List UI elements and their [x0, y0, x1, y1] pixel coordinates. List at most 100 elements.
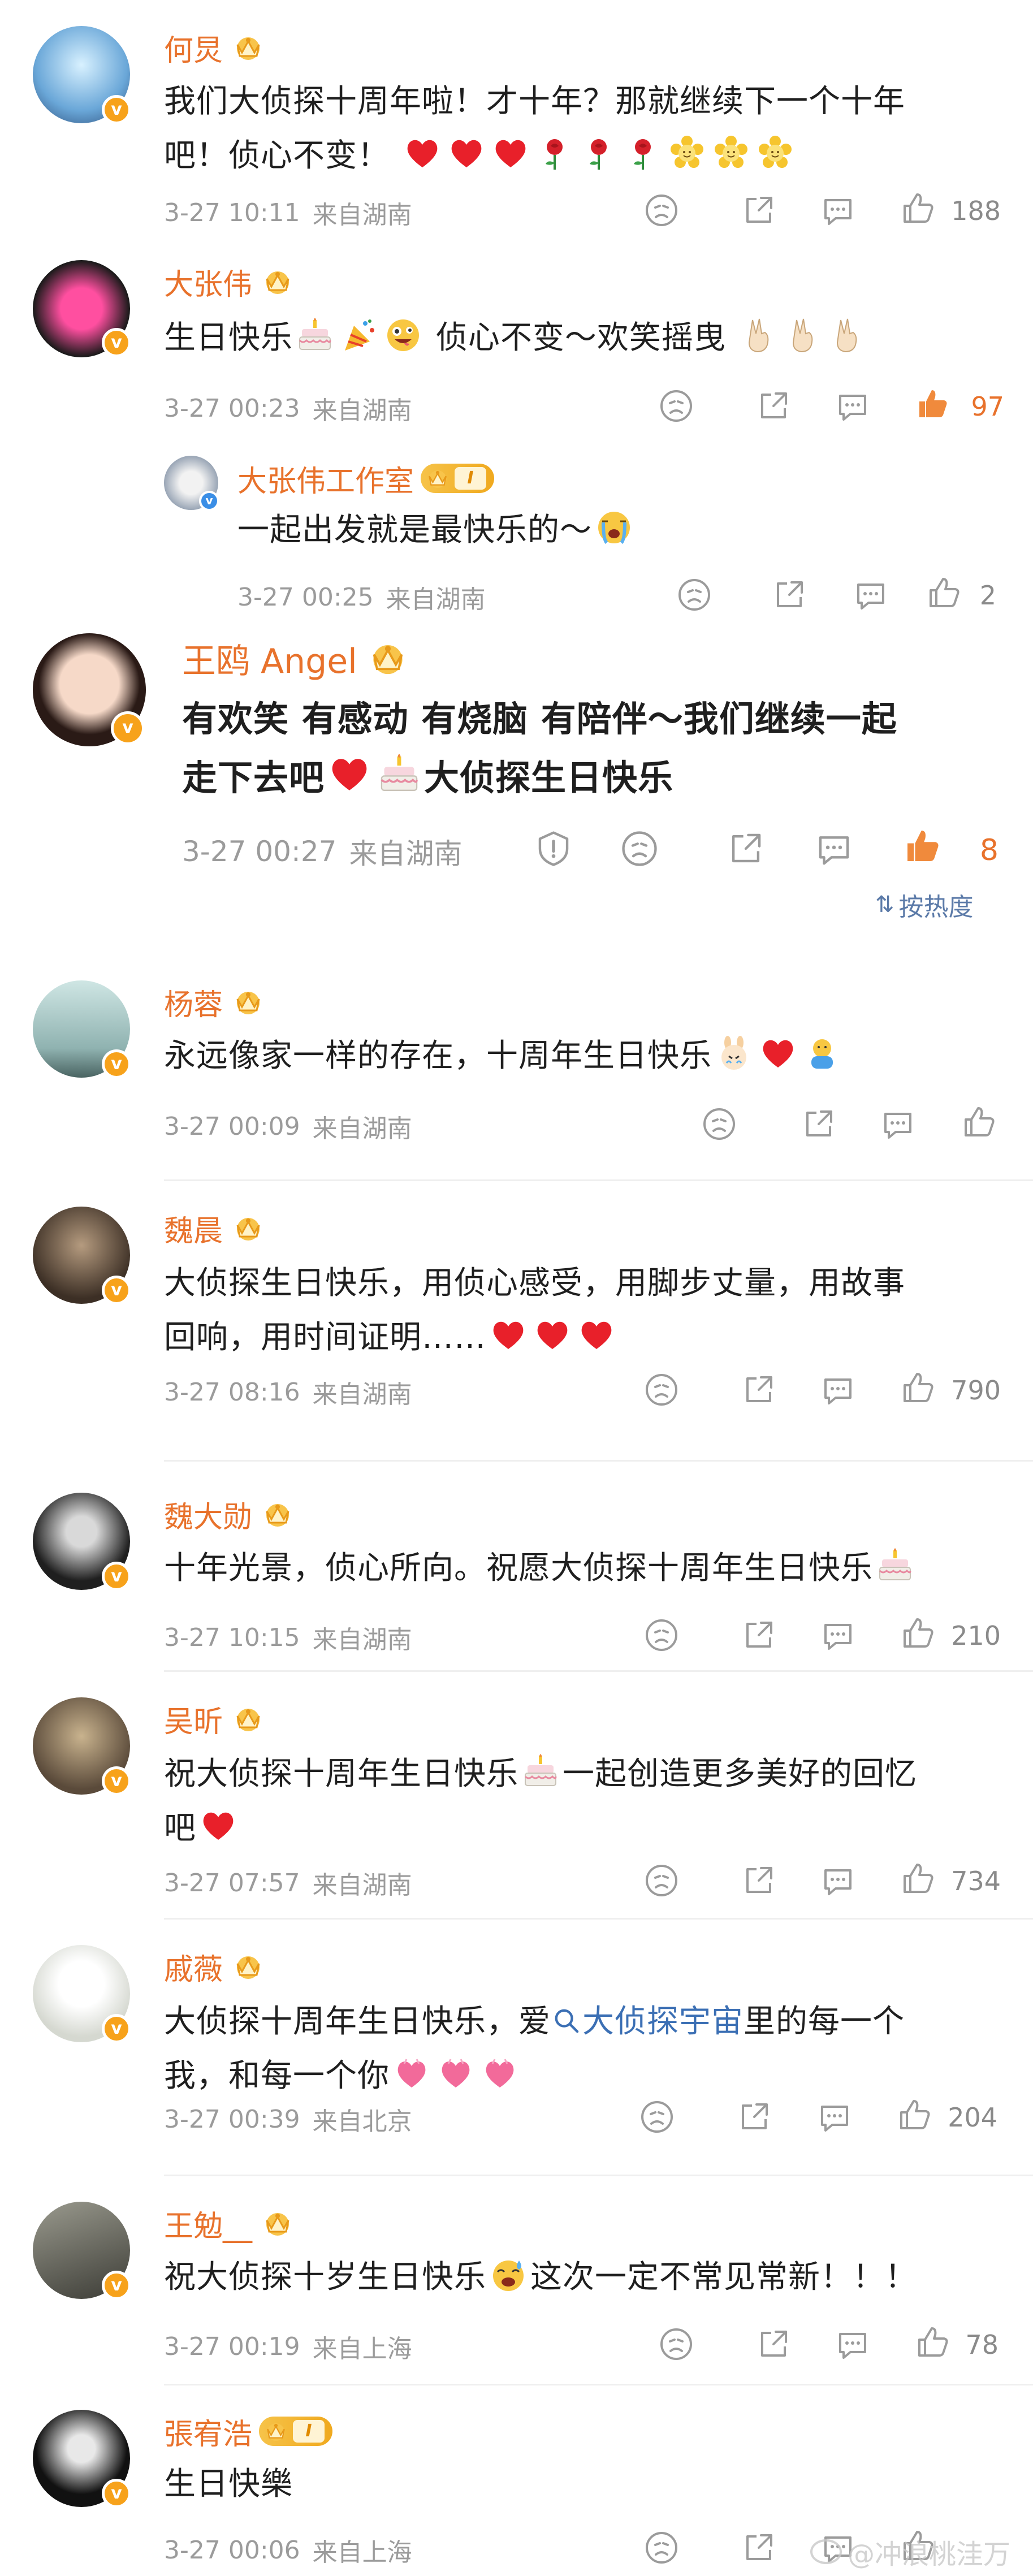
dislike-icon[interactable]	[620, 829, 659, 868]
comment-text: 大侦探生日快乐，用侦心感受，用脚步丈量，用故事 回响，用时间证明……	[164, 1265, 905, 1356]
reply-icon[interactable]	[816, 2099, 853, 2135]
reply-icon[interactable]	[814, 829, 854, 868]
username[interactable]: 大张伟工作室	[237, 457, 414, 500]
verified-badge-icon: v	[102, 2479, 131, 2508]
reply-icon[interactable]	[820, 192, 856, 228]
crown-icon	[231, 1705, 266, 1733]
dislike-icon[interactable]	[658, 388, 694, 424]
like-count: 2	[979, 580, 996, 611]
username[interactable]: 何炅	[164, 27, 223, 69]
sort-toggle[interactable]: ⇅ 按热度	[875, 887, 974, 923]
share-icon[interactable]	[726, 829, 766, 868]
crown-icon	[231, 33, 266, 62]
heart-icon	[404, 135, 441, 172]
comment-location: 来自湖南	[312, 396, 412, 425]
reply-icon[interactable]	[820, 1372, 856, 1408]
comment-meta: 3-27 10:11 来自湖南	[164, 195, 412, 231]
like-count: 188	[951, 196, 1001, 226]
comment-text: 有欢笑 有感动 有烧脑 有陪伴～我们继续一起 走下去吧 大侦探生日快乐	[182, 698, 897, 798]
dislike-icon[interactable]	[643, 192, 680, 228]
reply-icon[interactable]	[820, 1862, 856, 1899]
comment-meta: 3-27 07:57 来自湖南	[164, 1865, 412, 1901]
reply-icon[interactable]	[880, 1106, 916, 1142]
crying-face-icon	[595, 509, 633, 546]
reply-icon[interactable]	[835, 2326, 871, 2362]
comment-text: 我们大侦探十周年啦！才十年？那就继续下一个十年 吧！侦心不变！	[164, 83, 905, 174]
divider	[164, 1918, 1033, 1920]
divider	[164, 1670, 1033, 1672]
flower-icon	[757, 135, 794, 172]
username[interactable]: 張宥浩	[164, 2410, 252, 2453]
username[interactable]: 吴昕	[164, 1698, 223, 1740]
share-icon[interactable]	[741, 1862, 777, 1899]
divider	[164, 2384, 1033, 2385]
sort-icon: ⇅	[875, 892, 894, 918]
reply-icon[interactable]	[853, 577, 889, 613]
dislike-icon[interactable]	[639, 2099, 675, 2135]
comment-text: 一起出发就是最快乐的～	[237, 503, 989, 557]
watermark: @冲浪桃洼万	[810, 2532, 1010, 2571]
dislike-icon[interactable]	[658, 2326, 694, 2362]
dislike-icon[interactable]	[643, 1372, 680, 1408]
dislike-icon[interactable]	[643, 1617, 680, 1653]
comment-date: 3-27 08:16	[164, 1377, 300, 1407]
comment-text: 祝大侦探十周年生日快乐 一起创造更多美好的回忆 吧	[164, 1747, 1001, 1856]
reply-icon[interactable]	[835, 388, 871, 424]
dislike-icon[interactable]	[701, 1106, 737, 1142]
username[interactable]: 王勉__	[164, 2202, 252, 2245]
share-icon[interactable]	[741, 2530, 777, 2566]
bunny-icon	[715, 1035, 753, 1072]
flower-icon	[712, 135, 750, 172]
heart-icon	[492, 135, 529, 172]
comment-location: 来自湖南	[349, 837, 463, 870]
share-icon[interactable]	[771, 577, 807, 613]
comment-meta: 3-27 00:39 来自北京	[164, 2101, 412, 2137]
peace-hand-icon	[828, 317, 866, 354]
share-icon[interactable]	[741, 1617, 777, 1653]
like-count: 210	[951, 1620, 1001, 1651]
comment-date: 3-27 10:11	[164, 198, 300, 227]
comment-text: 生日快樂	[164, 2466, 293, 2502]
dislike-icon[interactable]	[676, 577, 712, 613]
weibo-logo-icon	[810, 2539, 842, 2564]
share-icon[interactable]	[755, 2326, 792, 2362]
dislike-icon[interactable]	[643, 2530, 680, 2566]
vip-badge: I	[259, 2417, 333, 2446]
like-count: 78	[965, 2329, 999, 2360]
peace-hand-icon	[784, 317, 822, 354]
comment-date: 3-27 00:23	[164, 394, 300, 423]
username[interactable]: 戚薇	[164, 1946, 223, 1988]
report-icon[interactable]	[534, 829, 573, 868]
verified-badge-icon: v	[102, 2014, 131, 2043]
username[interactable]: 大张伟	[164, 261, 252, 303]
share-icon[interactable]	[736, 2099, 772, 2135]
share-icon[interactable]	[801, 1106, 837, 1142]
reply-icon[interactable]	[820, 1617, 856, 1653]
username[interactable]: 杨蓉	[164, 981, 223, 1023]
comment-location: 来自湖南	[312, 1626, 412, 1654]
topic-link[interactable]: 大侦探宇宙	[551, 2003, 744, 2040]
dislike-icon[interactable]	[643, 1862, 680, 1899]
verified-badge-icon: v	[111, 711, 145, 745]
crown-icon	[260, 1500, 295, 1528]
like-icon[interactable]	[961, 1104, 997, 1140]
pink-hearts-icon	[393, 2055, 430, 2092]
comment-date: 3-27 00:27	[182, 835, 337, 868]
comment-meta: 3-27 00:25 来自湖南	[237, 579, 486, 615]
hug-icon	[803, 1035, 841, 1072]
crown-icon	[260, 2209, 295, 2237]
share-icon[interactable]	[741, 192, 777, 228]
username[interactable]: 王鸥 Angel	[182, 634, 357, 683]
username[interactable]: 魏大勋	[164, 1493, 252, 1536]
username[interactable]: 魏晨	[164, 1207, 223, 1250]
cake-icon	[296, 317, 334, 354]
comment-text: 永远像家一样的存在，十周年生日快乐	[164, 1029, 989, 1083]
comment-location: 来自湖南	[312, 1871, 412, 1900]
like-count: 204	[948, 2102, 997, 2133]
comment-location: 来自湖南	[312, 1380, 412, 1409]
share-icon[interactable]	[741, 1372, 777, 1408]
comment-date: 3-27 00:25	[237, 582, 374, 612]
comment-meta: 3-27 00:09 来自湖南	[164, 1108, 412, 1144]
share-icon[interactable]	[755, 388, 792, 424]
search-icon	[552, 2006, 581, 2035]
